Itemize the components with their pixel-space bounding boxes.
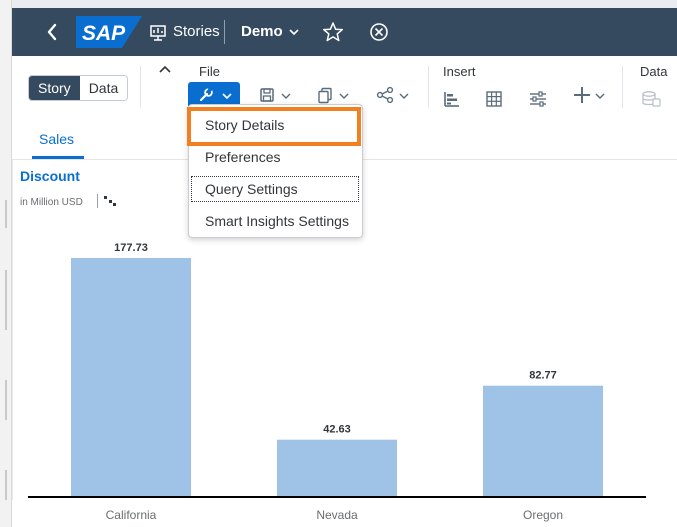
menu-item-query-settings[interactable]: Query Settings <box>189 173 362 205</box>
data-label-california: 177.73 <box>114 242 148 254</box>
file-tools-menu: Story Details Preferences Query Settings… <box>188 104 363 238</box>
data-label-nevada: 42.63 <box>323 424 351 436</box>
sap-analytics-story-screen: SAP Stories Demo Story Data File Insert … <box>0 0 677 527</box>
category-label-california: California <box>106 508 157 522</box>
bar-california[interactable] <box>71 258 191 497</box>
focus-outline <box>191 176 359 202</box>
menu-item-preferences[interactable]: Preferences <box>189 141 362 173</box>
category-label-nevada: Nevada <box>316 508 358 522</box>
discount-bar-chart: 177.73 42.63 82.77 California Nevada Oregon <box>28 242 646 522</box>
menu-item-story-details[interactable]: Story Details <box>189 109 362 141</box>
bar-nevada[interactable] <box>277 439 397 497</box>
category-label-oregon: Oregon <box>523 508 563 522</box>
bar-oregon[interactable] <box>483 385 603 497</box>
data-label-oregon: 82.77 <box>529 370 557 382</box>
menu-item-smart-insights-settings[interactable]: Smart Insights Settings <box>189 205 362 237</box>
